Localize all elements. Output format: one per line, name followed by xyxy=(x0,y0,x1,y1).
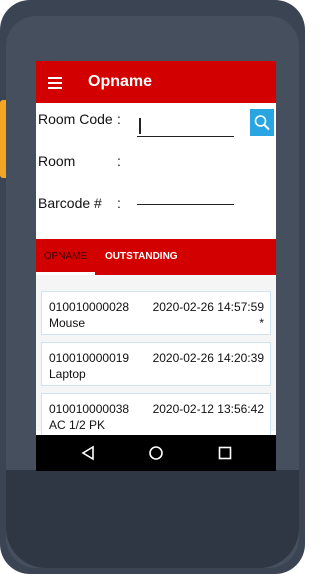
room-code-label: Room Code xyxy=(38,111,113,127)
side-button[interactable] xyxy=(0,100,6,178)
app-bar: Opname xyxy=(36,61,276,103)
item-name: AC 1/2 PK xyxy=(49,418,106,432)
item-code: 010010000019 xyxy=(49,351,130,365)
search-icon xyxy=(254,115,270,131)
barcode-field[interactable] xyxy=(137,204,234,205)
room-colon: : xyxy=(117,153,121,169)
item-name: Laptop xyxy=(49,367,86,381)
android-nav-bar xyxy=(36,435,276,471)
item-name: Mouse xyxy=(49,316,86,330)
app-title: Opname xyxy=(88,73,153,90)
room-label: Room xyxy=(38,153,76,169)
list-item[interactable]: 010010000038 2020-02-12 13:56:42 AC 1/2 … xyxy=(41,393,271,437)
phone-chin xyxy=(6,470,299,568)
tab-opname[interactable]: OPNAME xyxy=(36,239,95,275)
barcode-label: Barcode # xyxy=(38,195,102,211)
list-item[interactable]: 010010000019 2020-02-26 14:20:39 Laptop xyxy=(41,342,271,386)
hamburger-icon[interactable] xyxy=(48,77,62,89)
tab-bar: OPNAME OUTSTANDING xyxy=(36,239,276,275)
list-item[interactable]: 010010000028 2020-02-26 14:57:59 Mouse * xyxy=(41,291,271,335)
item-list: 010010000028 2020-02-26 14:57:59 Mouse *… xyxy=(36,275,276,437)
phone-frame: Opname Room Code : Room : Barcode # : OP… xyxy=(0,0,305,574)
item-mark: * xyxy=(259,316,264,330)
triangle-back-icon[interactable] xyxy=(78,443,98,463)
app-screen: Opname Room Code : Room : Barcode # : OP… xyxy=(36,61,276,471)
square-recents-icon[interactable] xyxy=(215,443,235,463)
text-cursor xyxy=(139,118,141,134)
room-code-input[interactable] xyxy=(137,111,234,137)
item-code: 010010000038 xyxy=(49,402,130,416)
barcode-colon: : xyxy=(117,195,121,211)
item-datetime: 2020-02-12 13:56:42 xyxy=(152,402,264,416)
item-datetime: 2020-02-26 14:57:59 xyxy=(152,300,264,314)
circle-home-icon[interactable] xyxy=(146,443,166,463)
item-datetime: 2020-02-26 14:20:39 xyxy=(152,351,264,365)
search-button[interactable] xyxy=(250,109,274,136)
room-code-colon: : xyxy=(117,111,121,127)
tab-outstanding[interactable]: OUTSTANDING xyxy=(105,239,178,275)
item-code: 010010000028 xyxy=(49,300,130,314)
